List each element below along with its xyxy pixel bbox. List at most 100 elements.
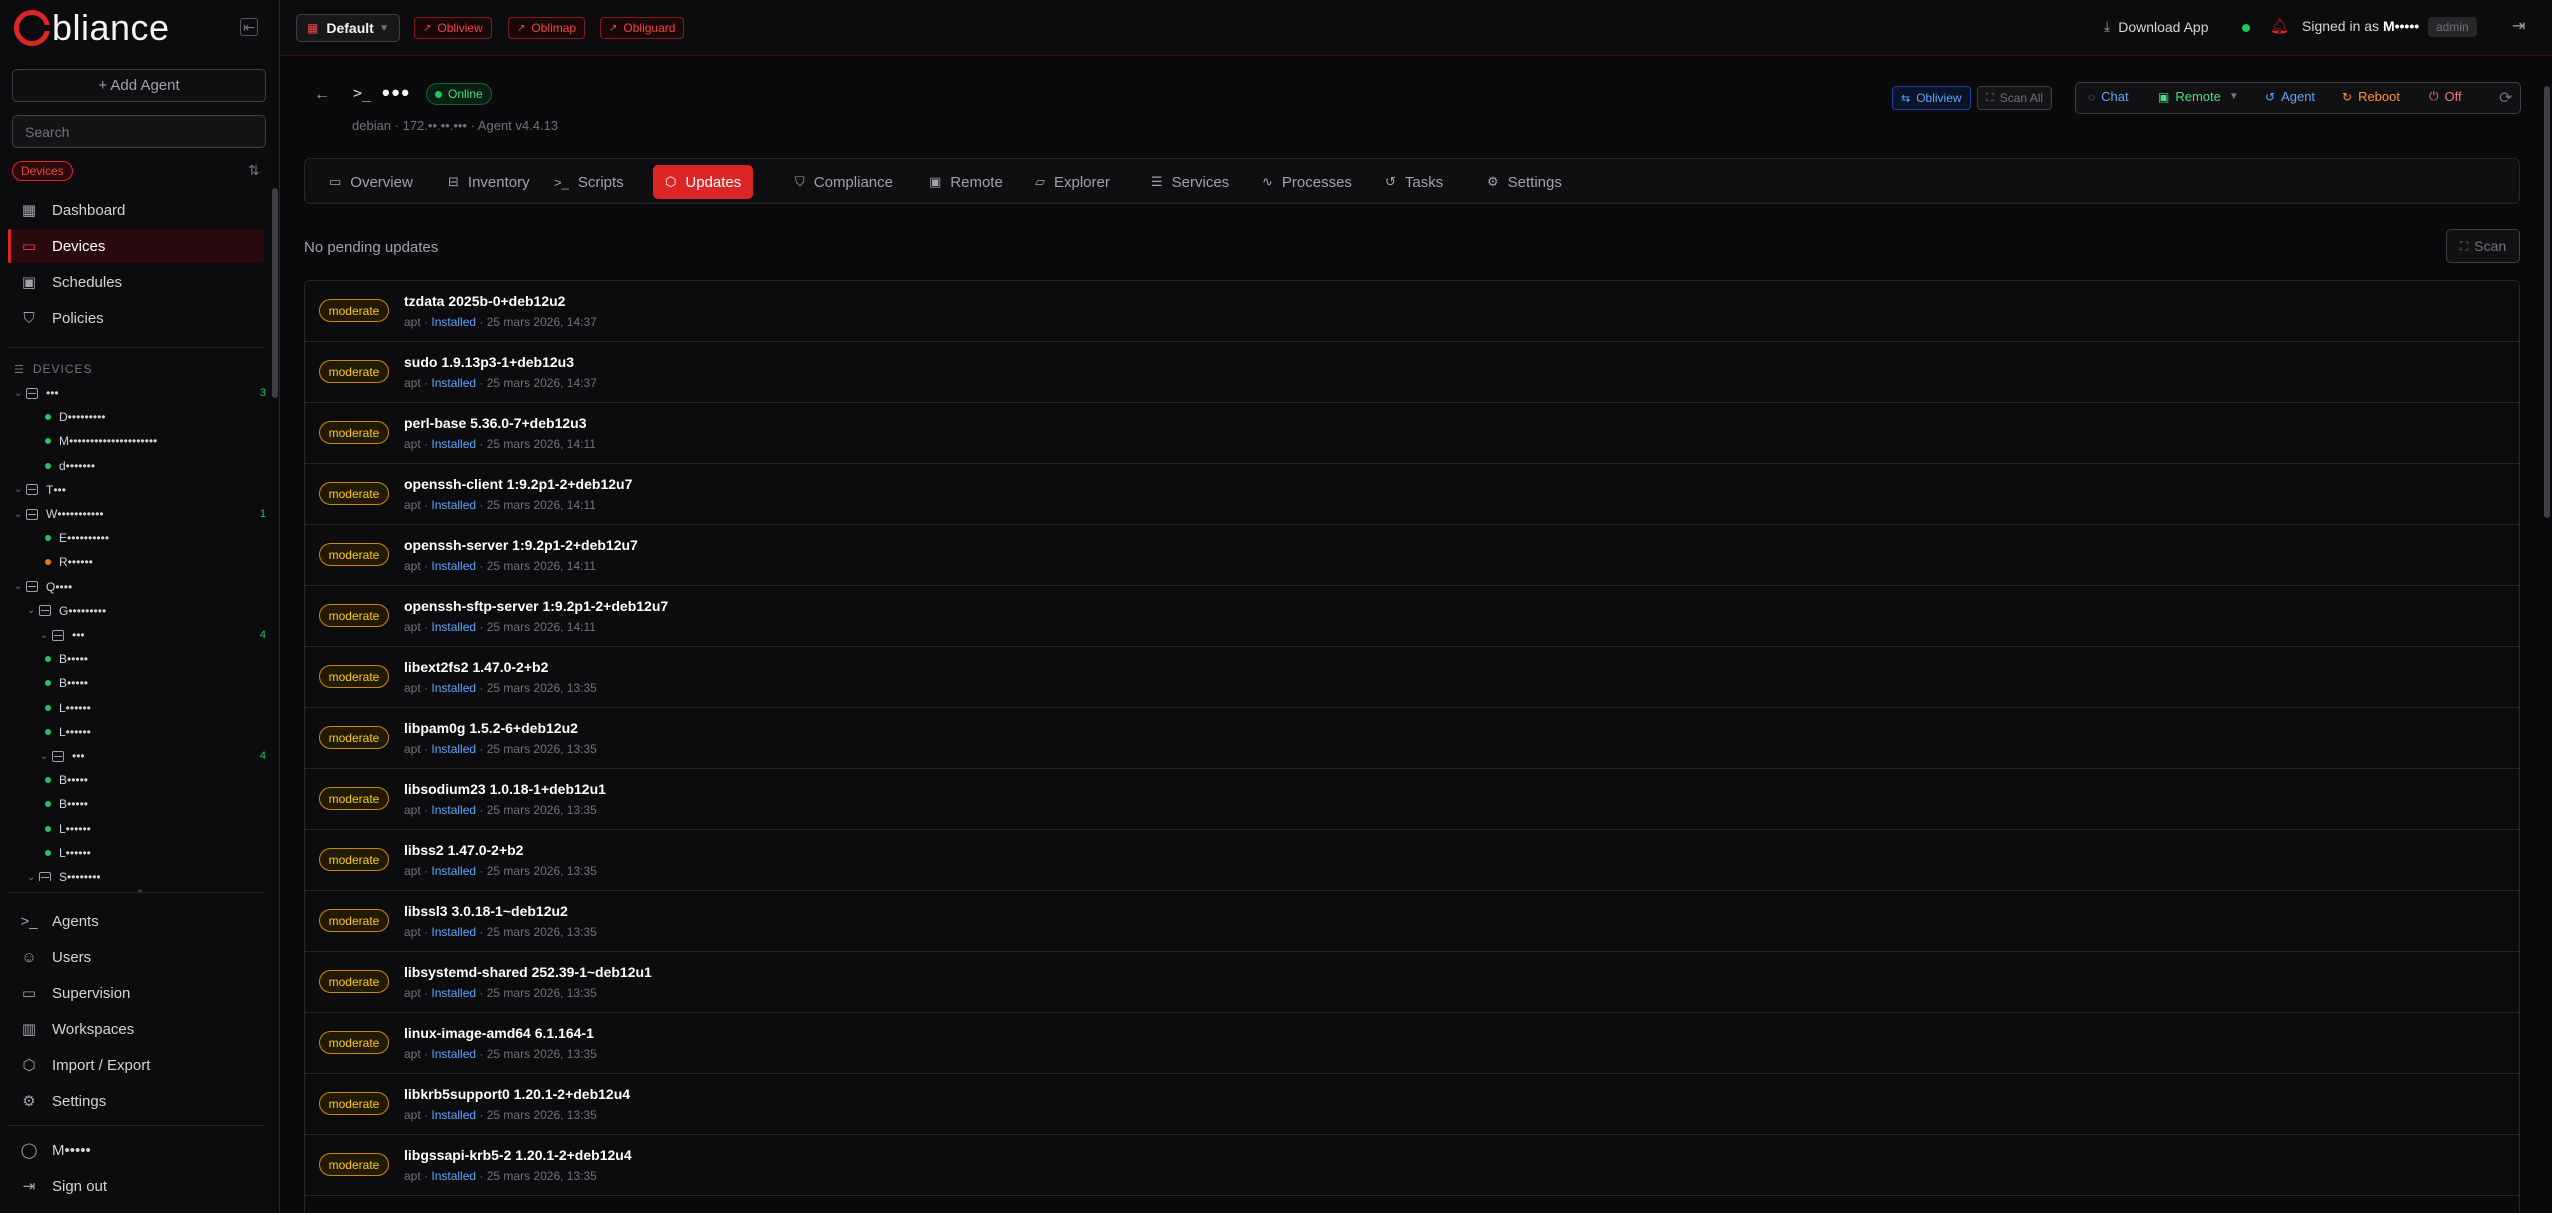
refresh-icon[interactable]: ⟳ [2499, 88, 2512, 108]
tab-remote[interactable]: ▣ Remote [917, 165, 1015, 199]
tree-device[interactable]: L•••••• [0, 720, 266, 744]
sort-icon[interactable]: ⇅ [248, 162, 260, 179]
sidebar-item-import-export[interactable]: ⬡ Import / Export [8, 1048, 264, 1082]
tree-group[interactable]: ⌄ G••••••••• [0, 599, 266, 623]
tree-device[interactable]: B••••• [0, 671, 266, 695]
update-row[interactable]: moderate libssl3 3.0.18-1~deb12u2 apt · In… [305, 891, 2519, 952]
agent-button[interactable]: ↺ Agent [2265, 89, 2315, 104]
main-scrollbar[interactable] [2544, 86, 2550, 518]
connection-status-dot [2242, 24, 2250, 32]
tree-item-label: Q•••• [46, 579, 73, 594]
download-app-button[interactable]: ⤓ Download App [2104, 18, 2209, 35]
update-row[interactable]: moderate openssh-sftp-server 1:9.2p1-2+de… [305, 586, 2519, 647]
update-row[interactable]: moderate sudo 1.9.13p3-1+deb12u3 apt · Ins… [305, 342, 2519, 403]
update-row[interactable]: moderate libgssapi-krb5-2 1.20.1-2+deb12u… [305, 1135, 2519, 1196]
sidebar-item-m[interactable]: ◯ M••••• [8, 1133, 264, 1167]
update-row[interactable]: moderate openssh-client 1:9.2p1-2+deb12u7… [305, 464, 2519, 525]
sidebar-item-label: M••••• [52, 1141, 91, 1159]
tree-device[interactable]: B••••• [0, 768, 266, 792]
tree-device[interactable]: B••••• [0, 792, 266, 816]
tree-device[interactable]: B••••• [0, 647, 266, 671]
scan-button[interactable]: ⛶ Scan [2446, 229, 2520, 263]
tree-group[interactable]: ⌄ W••••••••••• 1 [0, 502, 266, 526]
tab-explorer[interactable]: ▱ Explorer [1023, 165, 1122, 199]
secondary-nav: >_ Agents ☺ Users ▭ Supervision ▥ Workspaces ⬡ Im… [8, 904, 264, 1120]
sidebar-item-devices[interactable]: ▭ Devices [8, 229, 264, 263]
tab-processes[interactable]: ∿ Processes [1250, 165, 1364, 199]
update-row[interactable]: moderate openssh-server 1:9.2p1-2+deb12u7… [305, 525, 2519, 586]
tree-device[interactable]: M••••••••••••••••••••• [0, 429, 266, 453]
tree-group[interactable]: ⌄ Q•••• [0, 575, 266, 599]
tab-scripts[interactable]: >_ Scripts [542, 165, 636, 199]
bell-icon[interactable]: 🔔︎ [2270, 17, 2289, 35]
chevron-down-icon[interactable]: ⌄ [14, 484, 26, 495]
tree-group[interactable]: ⌄ ••• 4 [0, 623, 266, 647]
obliview-button[interactable]: ⇆ Obliview [1892, 86, 1971, 110]
devices-filter-pill[interactable]: Devices [12, 161, 73, 181]
tab-inventory[interactable]: ⊟ Inventory [436, 165, 542, 199]
tree-group[interactable]: ⌄ T••• [0, 478, 266, 502]
update-row[interactable]: moderate linux-image-amd64 6.1.164-1 apt ·… [305, 1013, 2519, 1074]
tree-group[interactable]: ⌄ S•••••••• [0, 865, 266, 881]
sidebar-item-schedules[interactable]: ▣ Schedules [8, 265, 264, 299]
sidebar-item-settings[interactable]: ⚙ Settings [8, 1084, 264, 1118]
update-row[interactable]: moderate libss2 1.47.0-2+b2 apt · Installe… [305, 830, 2519, 891]
tree-device[interactable]: L•••••• [0, 696, 266, 720]
chevron-down-icon[interactable]: ⌄ [27, 605, 39, 616]
tree-device[interactable]: d••••••• [0, 454, 266, 478]
tab-services[interactable]: ☰ Services [1139, 165, 1241, 199]
chevron-down-icon[interactable]: ⌄ [14, 581, 26, 592]
logout-icon[interactable]: ⇥ [2512, 16, 2525, 36]
add-agent-button[interactable]: + Add Agent [12, 69, 266, 102]
update-row[interactable]: moderate perl-base 5.36.0-7+deb12u3 apt · … [305, 403, 2519, 464]
sidebar-item-workspaces[interactable]: ▥ Workspaces [8, 1012, 264, 1046]
scan-all-button[interactable]: ⛶ Scan All [1977, 86, 2053, 110]
update-row[interactable]: moderate libsystemd-shared 252.39-1~deb12… [305, 952, 2519, 1013]
tab-settings[interactable]: ⚙ Settings [1475, 165, 1574, 199]
reboot-button[interactable]: ↻ Reboot [2342, 89, 2400, 104]
tree-group[interactable]: ⌄ ••• 3 [0, 381, 266, 405]
update-row[interactable]: moderate tzdata 2025b-0+deb12u2 apt · Inst… [305, 281, 2519, 342]
sidebar-item-users[interactable]: ☺ Users [8, 940, 264, 974]
update-row[interactable]: moderate libsodium23 1.0.18-1+deb12u1 apt … [305, 769, 2519, 830]
tab-overview[interactable]: ▭ Overview [317, 165, 425, 199]
sidebar-item-sign-out[interactable]: ⇥ Sign out [8, 1169, 264, 1203]
workspace-select[interactable]: ▦ Default ▼ [296, 14, 400, 42]
tree-device[interactable]: L•••••• [0, 817, 266, 841]
tree-group[interactable]: ⌄ ••• 4 [0, 744, 266, 768]
sidebar-item-agents[interactable]: >_ Agents [8, 904, 264, 938]
chevron-down-icon[interactable]: ⌄ [136, 884, 144, 895]
remote-button[interactable]: ▣ Remote ▼ [2158, 89, 2239, 104]
update-row[interactable]: moderate libkrb5support0 1.20.1-2+deb12u4… [305, 1074, 2519, 1135]
app-link-oblimap[interactable]: ↗ Oblimap [508, 17, 586, 39]
tree-device[interactable]: E•••••••••• [0, 526, 266, 550]
chevron-down-icon[interactable]: ⌄ [40, 751, 52, 762]
logo[interactable]: bliance [14, 7, 170, 48]
tab-tasks[interactable]: ↺ Tasks [1373, 165, 1455, 199]
chevron-down-icon[interactable]: ⌄ [14, 388, 26, 399]
app-link-obliview[interactable]: ↗ Obliview [414, 17, 492, 39]
sidebar-item-dashboard[interactable]: ▦ Dashboard [8, 193, 264, 227]
search-input[interactable] [12, 115, 266, 148]
app-link-obliguard[interactable]: ↗ Obliguard [600, 17, 685, 39]
chevron-down-icon[interactable]: ⌄ [27, 872, 39, 882]
power-off-button[interactable]: ⏻ Off [2429, 89, 2462, 104]
tree-device[interactable]: D••••••••• [0, 405, 266, 429]
collapse-sidebar-icon[interactable]: ⇤ [240, 18, 258, 36]
tree-device[interactable]: L•••••• [0, 841, 266, 865]
tab-compliance[interactable]: ⛉ Compliance [783, 165, 905, 199]
back-arrow-icon[interactable]: ← [314, 86, 330, 104]
tab-updates[interactable]: ⬡ Updates [653, 165, 754, 199]
sidebar-item-policies[interactable]: ⛉ Policies [8, 301, 264, 335]
chat-button[interactable]: ◌ Chat [2088, 89, 2129, 104]
update-row[interactable]: moderate libpam0g 1.5.2-6+deb12u2 apt · In… [305, 708, 2519, 769]
sidebar-item-label: Import / Export [52, 1056, 151, 1074]
chevron-down-icon[interactable]: ⌄ [40, 630, 52, 641]
sidebar-scrollbar[interactable] [272, 188, 278, 398]
tree-device[interactable]: R•••••• [0, 550, 266, 574]
chevron-down-icon[interactable]: ⌄ [14, 509, 26, 520]
update-row[interactable]: moderate libext2fs2 1.47.0-2+b2 apt · Inst… [305, 647, 2519, 708]
sidebar-item-label: Agents [52, 912, 99, 930]
update-meta: apt · Installed · 25 mars 2026, 13:35 [404, 681, 597, 695]
sidebar-item-supervision[interactable]: ▭ Supervision [8, 976, 264, 1010]
